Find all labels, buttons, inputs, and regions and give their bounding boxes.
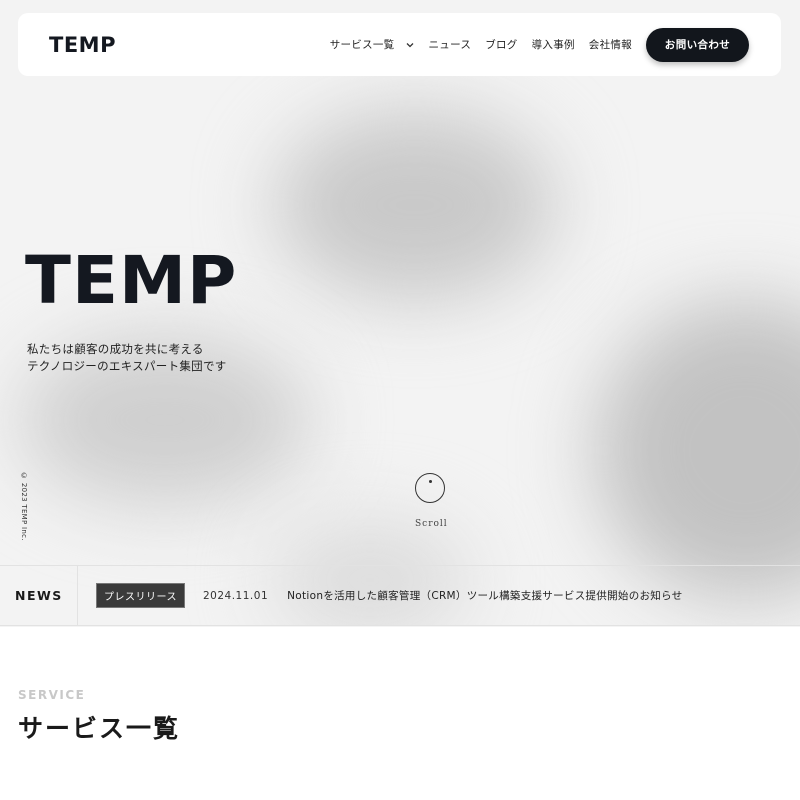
hero-subtitle: 私たちは顧客の成功を共に考える テクノロジーのエキスパート集団です	[27, 341, 227, 375]
main-nav: サービス一覧 ニュース ブログ 導入事例 会社情報 お問い合わせ	[330, 27, 749, 62]
scroll-label: Scroll	[415, 519, 448, 529]
background-blob	[595, 300, 800, 600]
service-section: SERVICE サービス一覧	[0, 627, 800, 800]
news-headline-link[interactable]: Notionを活用した顧客管理（CRM）ツール構築支援サービス提供開始のお知らせ	[287, 588, 682, 603]
nav-item-label: サービス一覧	[329, 39, 395, 51]
section-title: サービス一覧	[18, 714, 181, 743]
scroll-indicator-icon[interactable]	[415, 473, 445, 503]
scroll-dot	[429, 480, 432, 483]
news-label: NEWS	[0, 566, 78, 625]
copyright-text: © 2023 TEMP Inc.	[20, 472, 28, 541]
hero-subtitle-line: テクノロジーのエキスパート集団です	[27, 359, 227, 373]
nav-item-services[interactable]: サービス一覧	[330, 37, 415, 52]
nav-item-blog[interactable]: ブログ	[485, 37, 517, 52]
background-blob	[275, 110, 555, 300]
section-eyebrow: SERVICE	[18, 688, 86, 702]
nav-item-news[interactable]: ニュース	[429, 37, 472, 52]
contact-button[interactable]: お問い合わせ	[646, 27, 749, 62]
chevron-down-icon	[406, 42, 413, 47]
nav-item-company[interactable]: 会社情報	[589, 37, 632, 52]
news-category-badge: プレスリリース	[96, 583, 185, 608]
logo[interactable]: TEMP	[49, 33, 116, 57]
hero-section: TEMP 私たちは顧客の成功を共に考える テクノロジーのエキスパート集団です ©…	[0, 0, 800, 626]
hero-title: TEMP	[25, 242, 238, 319]
news-bar: NEWS プレスリリース 2024.11.01 Notionを活用した顧客管理（…	[0, 565, 800, 626]
nav-item-cases[interactable]: 導入事例	[532, 37, 575, 52]
news-date: 2024.11.01	[203, 589, 269, 602]
page: TEMP 私たちは顧客の成功を共に考える テクノロジーのエキスパート集団です ©…	[0, 0, 800, 800]
hero-subtitle-line: 私たちは顧客の成功を共に考える	[27, 342, 204, 356]
site-header: TEMP サービス一覧 ニュース ブログ 導入事例 会社情報 お問い合わせ	[18, 13, 781, 76]
